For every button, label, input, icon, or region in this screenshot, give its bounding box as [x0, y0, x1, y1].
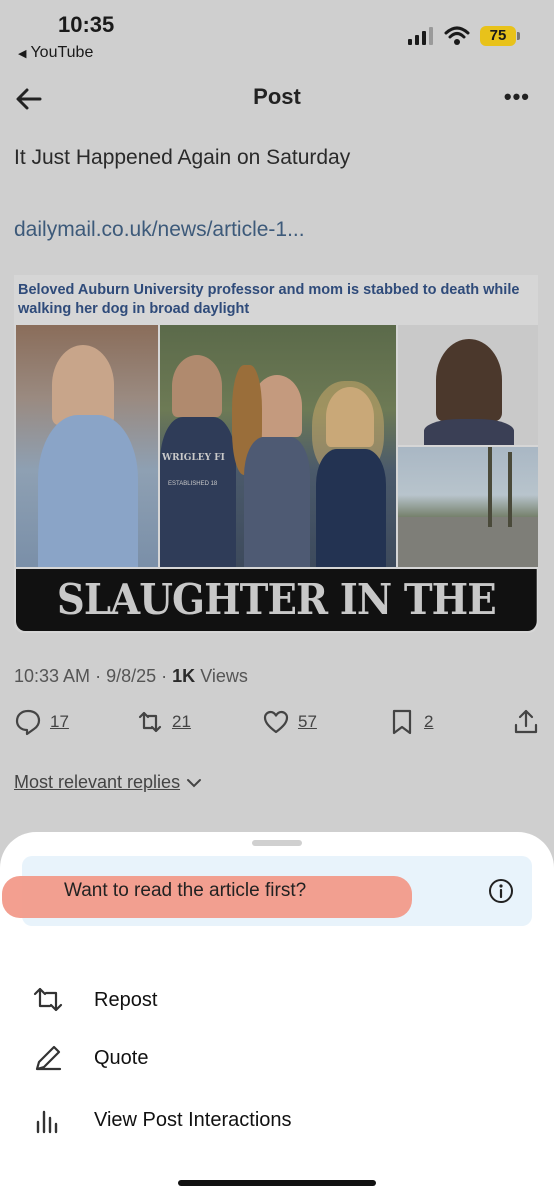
status-icons: 75 — [408, 26, 520, 46]
article-link[interactable]: dailymail.co.uk/news/article-1... — [14, 218, 305, 242]
bookmark-icon — [392, 709, 412, 735]
post-time: 10:33 AM — [14, 666, 91, 686]
menu-item-label: View Post Interactions — [94, 1108, 292, 1131]
post-text: It Just Happened Again on Saturday — [14, 146, 351, 169]
article-headline: Beloved Auburn University professor and … — [18, 282, 520, 317]
reply-icon — [15, 709, 41, 736]
battery-indicator: 75 — [480, 26, 520, 46]
article-photo-professor — [16, 325, 158, 567]
article-photo-suspect — [398, 325, 538, 445]
menu-item-view-interactions[interactable]: View Post Interactions — [32, 1104, 292, 1136]
share-icon — [514, 709, 538, 734]
bookmark-button[interactable]: 2 — [388, 708, 433, 736]
article-card[interactable]: Beloved Auburn University professor and … — [14, 275, 538, 633]
menu-item-quote[interactable]: Quote — [32, 1042, 148, 1074]
share-button[interactable] — [512, 708, 540, 736]
repost-count: 21 — [172, 712, 191, 731]
repost-icon — [138, 711, 162, 733]
like-button[interactable]: 57 — [262, 708, 317, 736]
article-photo-family: WRIGLEY FI ESTABLISHED 18 — [160, 325, 396, 567]
shirt-subtext: ESTABLISHED 18 — [168, 481, 218, 487]
back-to-app-link[interactable]: ◀ YouTube — [18, 44, 93, 62]
back-triangle-icon: ◀ — [18, 47, 27, 60]
reply-button[interactable]: 17 — [14, 708, 69, 736]
bookmark-count: 2 — [424, 712, 434, 731]
repost-button[interactable]: 21 — [136, 708, 191, 736]
back-app-label: YouTube — [30, 44, 94, 61]
post-date: 9/8/25 — [106, 666, 157, 686]
chevron-down-icon — [187, 778, 202, 787]
bar-chart-icon — [36, 1110, 58, 1134]
status-bar: 10:35 ◀ YouTube 75 — [0, 0, 554, 70]
info-icon[interactable] — [488, 878, 514, 904]
views-label: Views — [200, 666, 248, 686]
replies-filter-label: Most relevant replies — [14, 772, 181, 792]
menu-item-label: Quote — [94, 1046, 149, 1069]
more-options-icon[interactable]: ••• — [504, 84, 530, 110]
post-header: Post ••• — [0, 72, 554, 126]
views-count: 1K — [172, 666, 196, 686]
home-indicator[interactable] — [178, 1180, 376, 1186]
page-title: Post — [253, 84, 301, 109]
pen-icon — [35, 1045, 62, 1071]
wifi-icon — [444, 26, 470, 45]
sheet-grabber[interactable] — [252, 840, 302, 846]
signal-icon — [408, 27, 433, 45]
like-count: 57 — [298, 712, 317, 731]
reply-count: 17 — [50, 712, 69, 731]
post-meta: 10:33 AM · 9/8/25 · 1K Views — [14, 666, 248, 687]
post-actions: 17 21 57 2 — [0, 708, 554, 748]
read-article-prompt-text: Want to read the article first? — [64, 880, 307, 901]
article-photo-road — [398, 447, 538, 567]
repost-icon — [33, 987, 63, 1012]
heart-icon — [263, 710, 289, 734]
shirt-text: WRIGLEY FI — [162, 453, 225, 463]
article-banner: SLAUGHTER IN THE SUN — [16, 569, 537, 631]
status-time: 10:35 — [58, 12, 115, 37]
replies-filter[interactable]: Most relevant replies — [14, 772, 202, 793]
read-article-prompt[interactable]: Want to read the article first? — [2, 856, 532, 926]
repost-bottom-sheet: Want to read the article first? Repost Q… — [0, 832, 554, 1200]
menu-item-label: Repost — [94, 988, 158, 1011]
menu-item-repost[interactable]: Repost — [32, 984, 157, 1016]
meta-separator: · — [161, 666, 168, 686]
meta-separator: · — [95, 666, 102, 686]
